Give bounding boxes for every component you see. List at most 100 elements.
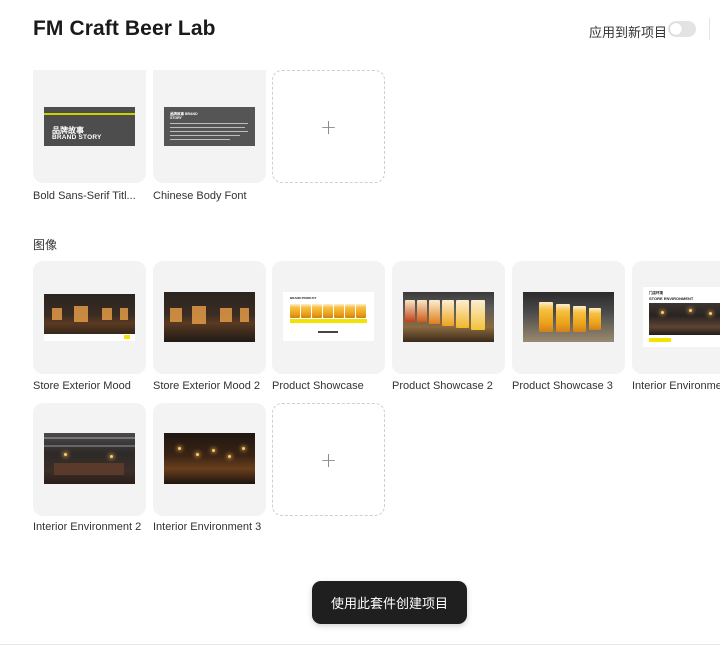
section-label-images: 图像 [33, 238, 58, 252]
image-caption: Product Showcase 2 [392, 380, 493, 392]
lamp [196, 453, 199, 456]
toggle-knob [670, 23, 682, 35]
image-thumbnail [44, 433, 135, 484]
interior-photo [649, 303, 720, 335]
image-thumbnail: BRAND PRODUCT [283, 292, 374, 341]
add-font-button[interactable]: + [272, 70, 385, 183]
window [220, 308, 232, 322]
image-caption: Interior Environment 2 [33, 521, 142, 533]
create-project-button[interactable]: 使用此套件创建项目 [312, 581, 467, 624]
caption-bar [44, 334, 135, 341]
thumb-heading: 品牌故事 BRAND STORY [170, 112, 198, 120]
apply-to-new-project-toggle[interactable] [668, 21, 696, 37]
glass [405, 300, 415, 322]
seating [54, 463, 124, 475]
text-line [170, 131, 248, 132]
glass [290, 304, 300, 318]
glass [589, 308, 601, 330]
lamp [110, 455, 113, 458]
text-line [170, 123, 248, 124]
image-caption: Interior Environme [632, 380, 720, 392]
image-caption: Interior Environment 3 [153, 521, 262, 533]
font-tile-bold-sans[interactable]: 品牌故事 BRAND STORY [33, 70, 146, 183]
glass [356, 304, 366, 318]
image-tile-interior-environment-3[interactable] [153, 403, 266, 516]
glass [456, 300, 469, 328]
lamp [661, 311, 664, 314]
font-thumbnail: 品牌故事 BRAND STORY [164, 107, 255, 146]
text-line [170, 135, 240, 136]
thumb-label: BRAND PRODUCT [290, 296, 317, 300]
image-tile-product-showcase[interactable]: BRAND PRODUCT [272, 261, 385, 374]
ceiling-beam [44, 437, 135, 439]
image-caption: Product Showcase [272, 380, 364, 392]
glass [312, 304, 322, 318]
lamp [178, 447, 181, 450]
window [192, 306, 206, 324]
glass [471, 300, 485, 330]
add-image-button[interactable]: + [272, 403, 385, 516]
lamp [242, 447, 245, 450]
image-thumbnail [523, 292, 614, 342]
glass [573, 306, 586, 332]
beer-glasses [290, 304, 366, 318]
font-caption: Bold Sans-Serif Titl... [33, 190, 136, 202]
font-thumbnail: 品牌故事 BRAND STORY [44, 107, 135, 146]
glass [429, 300, 440, 324]
beer-glasses [539, 302, 601, 332]
glass [301, 304, 311, 318]
logo-mark [124, 335, 130, 339]
window [240, 308, 249, 322]
lamp [64, 453, 67, 456]
glass [334, 304, 344, 318]
lamp [228, 455, 231, 458]
image-thumbnail [44, 294, 135, 341]
accent-line [44, 113, 135, 115]
window [74, 306, 88, 322]
header-divider [709, 18, 710, 40]
image-tile-store-exterior[interactable] [33, 261, 146, 374]
bottom-divider [0, 644, 720, 645]
window [170, 308, 182, 322]
plus-icon: + [320, 114, 337, 139]
yellow-strip [649, 338, 671, 342]
glass [556, 304, 570, 332]
image-caption: Store Exterior Mood [33, 380, 131, 392]
image-thumbnail [403, 292, 494, 342]
text-line [170, 139, 230, 140]
glass [345, 304, 355, 318]
image-thumbnail [164, 292, 255, 342]
thumb-text-en: BRAND STORY [52, 134, 102, 141]
glass [539, 302, 553, 332]
font-tile-chinese-body[interactable]: 品牌故事 BRAND STORY [153, 70, 266, 183]
image-tile-product-showcase-2[interactable] [392, 261, 505, 374]
image-caption: Product Showcase 3 [512, 380, 613, 392]
plus-icon: + [320, 447, 337, 472]
apply-to-new-project-label: 应用到新项目 [589, 26, 668, 41]
yellow-strip [290, 319, 367, 323]
glass [417, 300, 427, 322]
image-tile-store-exterior-2[interactable] [153, 261, 266, 374]
window [120, 308, 128, 320]
image-thumbnail: 门店环境 STORE ENVIRONMENT [643, 287, 720, 347]
window [102, 308, 112, 320]
ceiling-beam [44, 445, 135, 447]
beer-glasses [405, 300, 485, 330]
image-tile-product-showcase-3[interactable] [512, 261, 625, 374]
image-tile-interior-environment-2[interactable] [33, 403, 146, 516]
thumb-label-en: STORE ENVIRONMENT [649, 296, 694, 301]
caption-line [318, 331, 338, 333]
glass [323, 304, 333, 318]
text-line [170, 127, 245, 128]
header: FM Craft Beer Lab 应用到新项目 [0, 0, 720, 62]
image-caption: Store Exterior Mood 2 [153, 380, 260, 392]
image-tile-interior-environment[interactable]: 门店环境 STORE ENVIRONMENT [632, 261, 720, 374]
lamp [709, 312, 712, 315]
glass [442, 300, 454, 326]
page-title: FM Craft Beer Lab [33, 17, 216, 40]
window [52, 308, 62, 320]
lamp [212, 449, 215, 452]
lamp [689, 309, 692, 312]
font-caption: Chinese Body Font [153, 190, 247, 202]
image-thumbnail [164, 433, 255, 484]
